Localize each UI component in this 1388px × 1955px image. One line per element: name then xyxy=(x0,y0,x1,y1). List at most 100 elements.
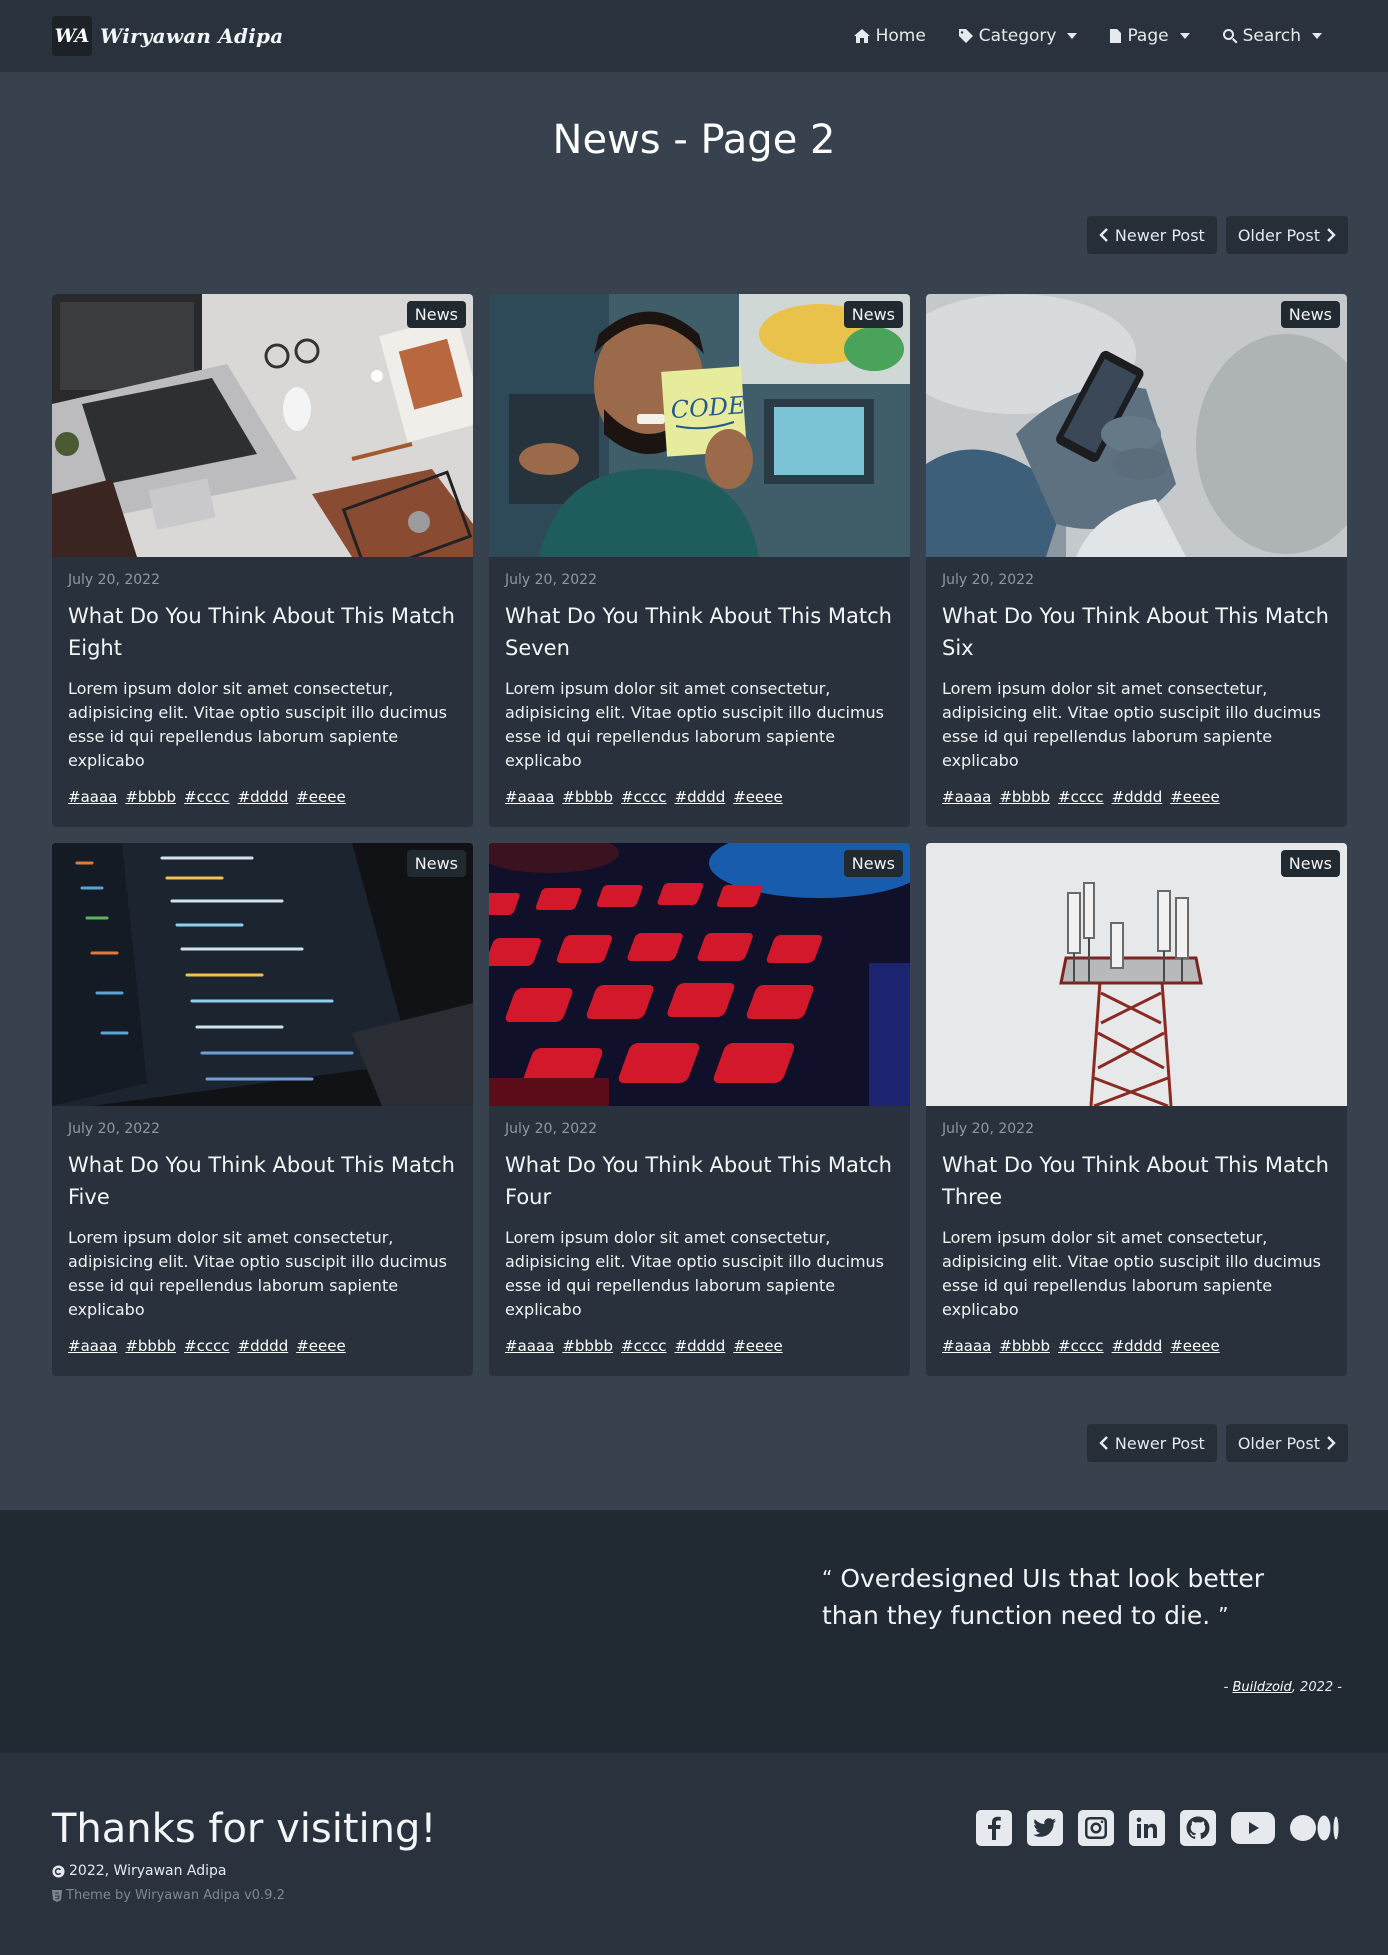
page-title: News - Page 2 xyxy=(552,117,836,163)
tag-link[interactable]: #cccc xyxy=(1058,1337,1104,1355)
tag-link[interactable]: #bbbb xyxy=(999,788,1050,806)
post-title[interactable]: What Do You Think About This Match Eight xyxy=(68,600,457,664)
tag-link[interactable]: #aaaa xyxy=(505,788,554,806)
file-icon xyxy=(1110,29,1122,43)
tag-link[interactable]: #dddd xyxy=(1112,788,1163,806)
post-title[interactable]: What Do You Think About This Match Five xyxy=(68,1149,457,1213)
post-card[interactable]: News July 20, 2022 What Do You Think Abo… xyxy=(52,843,473,1376)
tag-link[interactable]: #eeee xyxy=(733,788,782,806)
tag-link[interactable]: #bbbb xyxy=(562,788,613,806)
quote-year: , 2022 xyxy=(1291,1680,1334,1695)
phone-glove-image xyxy=(926,294,1347,557)
category-badge[interactable]: News xyxy=(406,850,466,877)
tag-link[interactable]: #aaaa xyxy=(68,1337,117,1355)
category-badge[interactable]: News xyxy=(406,301,466,328)
tag-link[interactable]: #eeee xyxy=(1170,788,1219,806)
nav-item-label: Search xyxy=(1242,26,1301,46)
newer-post-button[interactable]: Newer Post xyxy=(1086,1424,1217,1462)
youtube-link[interactable] xyxy=(1231,1812,1275,1844)
tag-link[interactable]: #cccc xyxy=(1058,788,1104,806)
older-post-button[interactable]: Older Post xyxy=(1225,1424,1348,1462)
category-badge[interactable]: News xyxy=(1280,850,1340,877)
tag-link[interactable]: #bbbb xyxy=(125,788,176,806)
twitter-icon xyxy=(1033,1818,1056,1837)
post-thumbnail[interactable]: News xyxy=(489,843,910,1106)
post-date: July 20, 2022 xyxy=(942,572,1034,588)
post-card[interactable]: News July 20, 2022 What Do You Think Abo… xyxy=(489,843,910,1376)
brand-logo: WA xyxy=(52,16,92,56)
nav-item-home[interactable]: Home xyxy=(839,18,940,54)
quote-author-link[interactable]: Buildzoid xyxy=(1233,1680,1292,1695)
tag-link[interactable]: #eeee xyxy=(296,1337,345,1355)
post-card[interactable]: News July 20, 2022 What Do You Think Abo… xyxy=(926,843,1347,1376)
tag-link[interactable]: #bbbb xyxy=(125,1337,176,1355)
tag-link[interactable]: #aaaa xyxy=(942,788,991,806)
tag-link[interactable]: #dddd xyxy=(238,1337,289,1355)
tag-link[interactable]: #eeee xyxy=(733,1337,782,1355)
post-thumbnail[interactable]: CODE News xyxy=(489,294,910,557)
tag-link[interactable]: #cccc xyxy=(621,1337,667,1355)
post-excerpt: Lorem ipsum dolor sit amet consectetur, … xyxy=(68,679,448,770)
facebook-link[interactable] xyxy=(976,1810,1012,1846)
linkedin-link[interactable] xyxy=(1129,1810,1165,1846)
post-title[interactable]: What Do You Think About This Match Four xyxy=(505,1149,894,1213)
post-title[interactable]: What Do You Think About This Match Seven xyxy=(505,600,894,664)
tag-link[interactable]: #bbbb xyxy=(999,1337,1050,1355)
tag-link[interactable]: #eeee xyxy=(296,788,345,806)
nav-item-label: Home xyxy=(875,26,926,46)
github-icon xyxy=(1186,1816,1210,1839)
quote-source: - Buildzoid, 2022 - xyxy=(1224,1680,1342,1695)
open-quote-icon: “ xyxy=(822,1566,833,1590)
pagination-bottom: Newer Post Older Post xyxy=(1086,1424,1348,1462)
post-card[interactable]: News July 20, 2022 What Do You Think Abo… xyxy=(52,294,473,827)
nav-item-category[interactable]: Category xyxy=(944,18,1092,54)
post-card[interactable]: News July 20, 2022 What Do You Think Abo… xyxy=(926,294,1347,827)
chevron-right-icon xyxy=(1327,1436,1336,1450)
post-title[interactable]: What Do You Think About This Match Three xyxy=(942,1149,1331,1213)
medium-link[interactable] xyxy=(1290,1810,1342,1846)
post-grid: News July 20, 2022 What Do You Think Abo… xyxy=(52,294,1348,1376)
post-thumbnail[interactable]: News xyxy=(52,843,473,1106)
tag-icon xyxy=(958,29,973,43)
newer-post-button[interactable]: Newer Post xyxy=(1086,216,1217,254)
brand-name: Wiryawan Adipa xyxy=(100,24,284,48)
html5-icon xyxy=(52,1889,62,1902)
nav-item-page[interactable]: Page xyxy=(1095,18,1203,54)
tag-link[interactable]: #cccc xyxy=(184,788,230,806)
tag-link[interactable]: #bbbb xyxy=(562,1337,613,1355)
post-thumbnail[interactable]: News xyxy=(926,294,1347,557)
navbar: WA Wiryawan Adipa Home Category Page Sea… xyxy=(0,0,1388,72)
search-icon xyxy=(1222,29,1238,44)
category-badge[interactable]: News xyxy=(843,850,903,877)
tag-link[interactable]: #eeee xyxy=(1170,1337,1219,1355)
youtube-icon xyxy=(1249,1822,1259,1834)
tag-link[interactable]: #aaaa xyxy=(942,1337,991,1355)
tag-link[interactable]: #cccc xyxy=(184,1337,230,1355)
post-thumbnail[interactable]: News xyxy=(926,843,1347,1106)
code-screen-image xyxy=(52,843,473,1106)
tag-link[interactable]: #dddd xyxy=(675,1337,726,1355)
post-thumbnail[interactable]: News xyxy=(52,294,473,557)
instagram-link[interactable] xyxy=(1078,1810,1114,1846)
twitter-link[interactable] xyxy=(1027,1810,1063,1846)
tag-link[interactable]: #aaaa xyxy=(505,1337,554,1355)
github-link[interactable] xyxy=(1180,1810,1216,1846)
tag-link[interactable]: #dddd xyxy=(238,788,289,806)
theme-credit-text: Theme by Wiryawan Adipa v0.9.2 xyxy=(66,1888,285,1903)
tag-link[interactable]: #cccc xyxy=(621,788,667,806)
chevron-left-icon xyxy=(1099,228,1108,242)
older-post-button[interactable]: Older Post xyxy=(1225,216,1348,254)
post-excerpt: Lorem ipsum dolor sit amet consectetur, … xyxy=(68,1228,448,1319)
post-card[interactable]: CODE News July 20, 2022 What Do You Thin… xyxy=(489,294,910,827)
tag-link[interactable]: #aaaa xyxy=(68,788,117,806)
tag-link[interactable]: #dddd xyxy=(1112,1337,1163,1355)
brand-link[interactable]: WA Wiryawan Adipa xyxy=(52,16,283,56)
tag-link[interactable]: #dddd xyxy=(675,788,726,806)
svg-text:CODE: CODE xyxy=(670,391,747,424)
nav-item-search[interactable]: Search xyxy=(1208,18,1336,54)
social-links xyxy=(976,1810,1342,1846)
post-title[interactable]: What Do You Think About This Match Six xyxy=(942,600,1331,664)
post-excerpt: Lorem ipsum dolor sit amet consectetur, … xyxy=(942,1228,1322,1319)
category-badge[interactable]: News xyxy=(843,301,903,328)
category-badge[interactable]: News xyxy=(1280,301,1340,328)
